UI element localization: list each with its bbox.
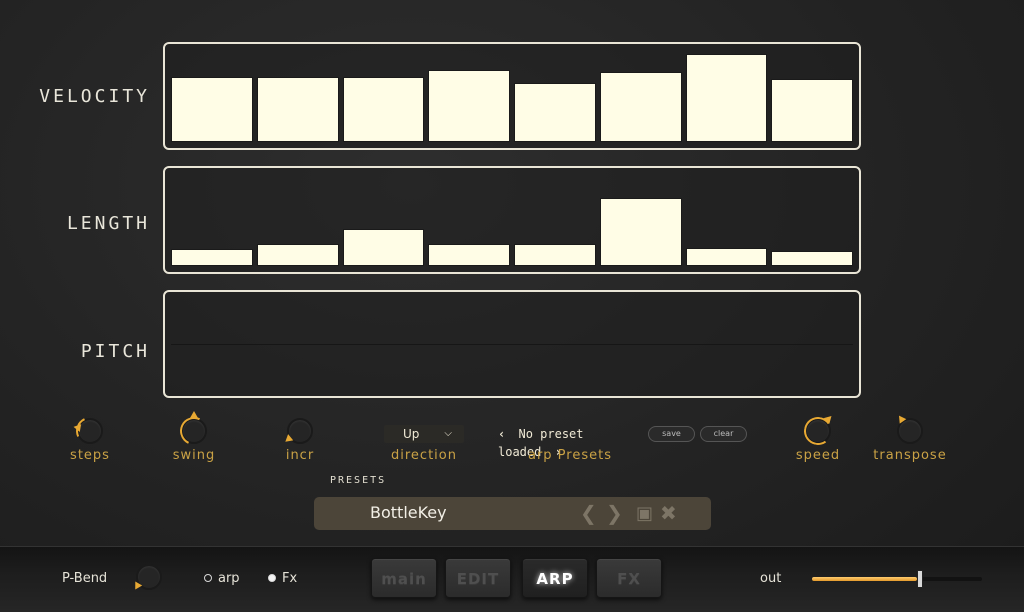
swing-knob-pointer-icon (190, 411, 198, 418)
out-label: out (760, 571, 782, 586)
arp-preset-save-button[interactable]: save (648, 426, 695, 442)
radio-fx[interactable]: Fx (268, 571, 297, 586)
length-step-bar[interactable] (256, 243, 339, 266)
incr-control: incr (270, 418, 330, 463)
presets-title: PRESETS (330, 475, 387, 486)
steps-knob-pointer-icon (72, 422, 82, 433)
length-step-bar[interactable] (771, 251, 853, 266)
close-icon[interactable]: ✖ (660, 501, 677, 525)
speed-knob[interactable] (801, 413, 835, 448)
chevron-left-icon[interactable]: ❮ (580, 501, 597, 525)
velocity-step-bar[interactable] (342, 76, 425, 142)
out-slider[interactable] (812, 570, 982, 588)
pbend-label: P-Bend (62, 571, 108, 586)
arp-preset-clear-button[interactable]: clear (700, 426, 747, 442)
length-step-bar[interactable] (342, 229, 425, 266)
length-step-bar[interactable] (599, 197, 682, 266)
length-lane[interactable] (163, 166, 861, 274)
tab-arp[interactable]: ARP (522, 558, 588, 598)
swing-control: swing (164, 411, 224, 463)
pbend-knob[interactable] (131, 564, 162, 592)
tab-edit[interactable]: EDIT (445, 558, 511, 598)
chevron-right-icon[interactable]: ❯ (606, 501, 623, 525)
direction-dropdown[interactable]: Up ⌵ (384, 425, 464, 443)
velocity-step-bar[interactable] (428, 70, 510, 142)
velocity-step-bar[interactable] (685, 53, 768, 142)
tab-main[interactable]: main (371, 558, 437, 598)
radio-fx-label: Fx (282, 571, 298, 586)
direction-value: Up (403, 427, 420, 441)
velocity-step-bar[interactable] (771, 79, 853, 142)
length-bars[interactable] (171, 174, 853, 266)
pitch-lane-label: PITCH (80, 341, 150, 362)
speed-control: speed (788, 413, 848, 463)
radio-arp-label: arp (218, 571, 240, 586)
transpose-knob-pointer-icon (895, 413, 907, 424)
length-step-bar[interactable] (171, 249, 253, 266)
preset-bar: BottleKey ❮ ❯ ▣ ✖ (314, 497, 711, 530)
steps-control: steps (60, 413, 120, 463)
radio-arp[interactable]: arp (204, 571, 240, 586)
incr-knob[interactable] (282, 418, 313, 445)
radio-fx-dot[interactable] (268, 574, 276, 582)
transpose-knob[interactable] (895, 413, 923, 444)
velocity-step-bar[interactable] (256, 76, 339, 142)
length-step-bar[interactable] (428, 243, 510, 266)
speed-label: speed (795, 448, 841, 463)
arp-preset-selector: ‹ No preset loaded › (498, 425, 638, 459)
swing-label: swing (172, 448, 216, 463)
transpose-label: transpose (873, 448, 947, 463)
velocity-lane[interactable] (163, 42, 861, 150)
radio-arp-dot[interactable] (204, 574, 212, 582)
incr-knob-pointer-icon (282, 434, 294, 445)
length-step-bar[interactable] (514, 243, 596, 266)
velocity-step-bar[interactable] (599, 72, 682, 142)
length-step-bar[interactable] (685, 247, 768, 266)
chevron-down-icon: ⌵ (444, 428, 452, 439)
length-lane-label: LENGTH (66, 213, 150, 234)
tab-fx[interactable]: FX (596, 558, 662, 598)
velocity-bars[interactable] (171, 50, 853, 142)
out-slider-thumb[interactable] (917, 570, 924, 588)
steps-label: steps (70, 448, 110, 463)
preset-name: BottleKey (370, 503, 447, 522)
pbend-control (131, 564, 162, 592)
steps-knob[interactable] (72, 413, 108, 449)
pitch-center-line (171, 344, 853, 345)
velocity-step-bar[interactable] (514, 83, 596, 142)
transpose-control: transpose (862, 413, 958, 463)
pitch-lane[interactable] (163, 290, 861, 398)
arp-preset-prev-icon[interactable]: ‹ (498, 427, 505, 441)
swing-knob[interactable] (176, 411, 212, 449)
incr-label: incr (285, 448, 315, 463)
floppy-icon[interactable]: ▣ (636, 503, 653, 524)
velocity-lane-label: VELOCITY (39, 86, 150, 107)
arp-presets-label: arp Presets (527, 448, 612, 463)
direction-label: direction (391, 448, 457, 463)
out-slider-fill (812, 577, 918, 581)
velocity-step-bar[interactable] (171, 76, 253, 142)
